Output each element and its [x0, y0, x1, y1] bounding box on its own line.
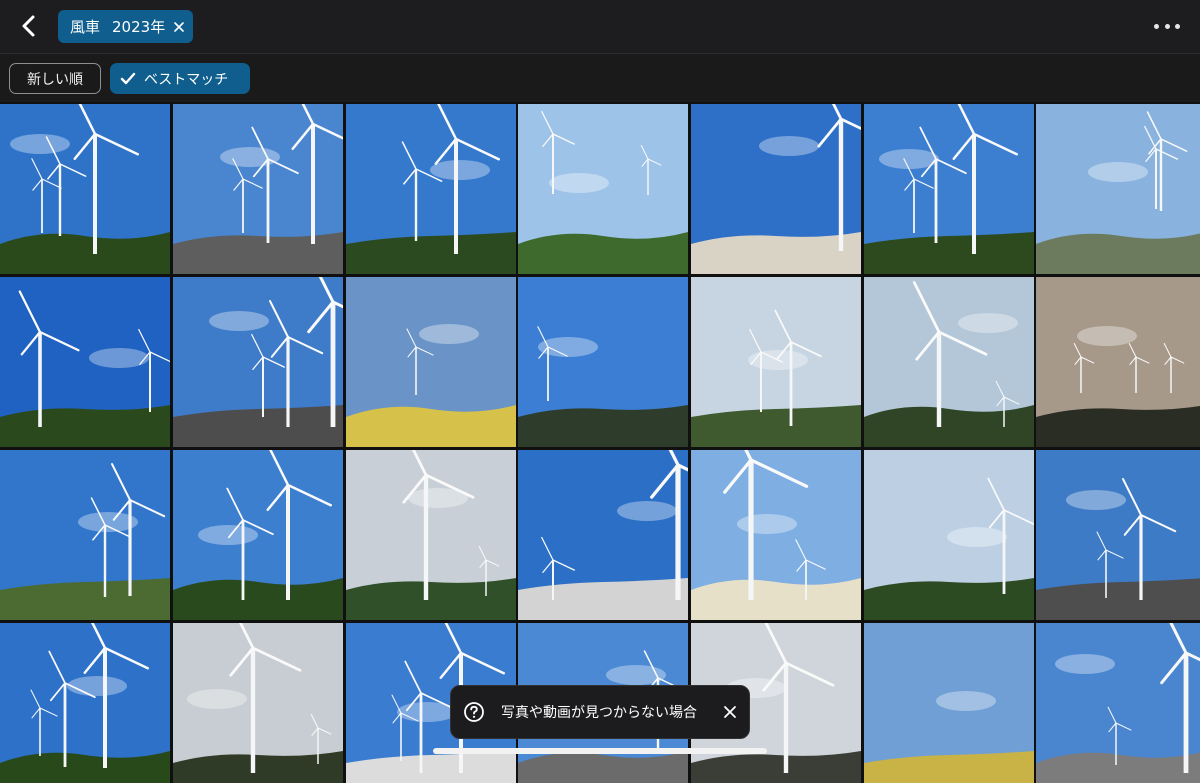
back-button[interactable] — [14, 10, 44, 42]
search-chip-query: 風車 — [70, 18, 101, 36]
wind-turbine-photo — [346, 450, 516, 620]
help-toast-message: 写真や動画が見つからない場合 — [501, 705, 697, 721]
question-circle-icon — [464, 702, 484, 722]
sort-best-match-button[interactable]: ベストマッチ — [110, 63, 250, 94]
photo-thumbnail[interactable] — [346, 450, 516, 620]
filter-bar: 新しい順 ベストマッチ — [0, 54, 1200, 102]
photo-thumbnail[interactable] — [0, 104, 170, 274]
wind-turbine-photo — [864, 277, 1034, 447]
more-dot-icon — [1164, 23, 1170, 29]
wind-turbine-photo — [173, 277, 343, 447]
close-icon — [174, 21, 185, 32]
chevron-left-icon — [22, 15, 35, 37]
photo-thumbnail[interactable] — [346, 277, 516, 447]
wind-turbine-photo — [691, 104, 861, 274]
wind-turbine-photo — [1036, 450, 1200, 620]
photo-thumbnail[interactable] — [518, 104, 688, 274]
photo-thumbnail[interactable] — [173, 450, 343, 620]
wind-turbine-photo — [173, 450, 343, 620]
wind-turbine-photo — [173, 623, 343, 783]
wind-turbine-photo — [518, 104, 688, 274]
search-chip[interactable]: 風車 2023年 — [58, 10, 193, 43]
more-options-button[interactable] — [1154, 16, 1180, 36]
photo-thumbnail[interactable] — [864, 623, 1034, 783]
sort-newest-button[interactable]: 新しい順 — [9, 63, 101, 94]
photo-thumbnail[interactable] — [691, 104, 861, 274]
photo-thumbnail[interactable] — [864, 104, 1034, 274]
search-chip-year: 2023年 — [112, 18, 166, 36]
wind-turbine-photo — [1036, 277, 1200, 447]
wind-turbine-photo — [173, 104, 343, 274]
wind-turbine-photo — [691, 450, 861, 620]
photo-thumbnail[interactable] — [1036, 277, 1200, 447]
photo-thumbnail[interactable] — [691, 277, 861, 447]
wind-turbine-photo — [0, 450, 170, 620]
wind-turbine-photo — [864, 450, 1034, 620]
wind-turbine-photo — [1036, 623, 1200, 783]
more-dot-icon — [1175, 23, 1180, 29]
wind-turbine-photo — [518, 277, 688, 447]
photo-thumbnail[interactable] — [1036, 450, 1200, 620]
photo-thumbnail[interactable] — [173, 104, 343, 274]
photo-thumbnail[interactable] — [346, 104, 516, 274]
photo-thumbnail[interactable] — [0, 277, 170, 447]
home-indicator — [433, 748, 767, 754]
clear-search-button[interactable] — [173, 21, 185, 33]
checkmark-icon — [120, 72, 136, 84]
dismiss-toast-button[interactable] — [723, 705, 737, 719]
wind-turbine-photo — [864, 104, 1034, 274]
sort-best-match-label: ベストマッチ — [144, 71, 229, 88]
wind-turbine-photo — [0, 277, 170, 447]
wind-turbine-photo — [1036, 104, 1200, 274]
wind-turbine-photo — [346, 104, 516, 274]
top-bar: 風車 2023年 — [0, 0, 1200, 54]
wind-turbine-photo — [518, 450, 688, 620]
photo-thumbnail[interactable] — [1036, 623, 1200, 783]
photo-thumbnail[interactable] — [864, 277, 1034, 447]
photo-thumbnail[interactable] — [173, 277, 343, 447]
photo-grid — [0, 104, 1200, 783]
photo-thumbnail[interactable] — [518, 450, 688, 620]
help-toast[interactable]: 写真や動画が見つからない場合 — [450, 685, 750, 739]
wind-turbine-photo — [346, 277, 516, 447]
photo-thumbnail[interactable] — [1036, 104, 1200, 274]
wind-turbine-photo — [691, 277, 861, 447]
photo-thumbnail[interactable] — [173, 623, 343, 783]
photo-thumbnail[interactable] — [0, 623, 170, 783]
wind-turbine-photo — [864, 623, 1034, 783]
wind-turbine-photo — [0, 104, 170, 274]
wind-turbine-photo — [0, 623, 170, 783]
more-dot-icon — [1154, 23, 1159, 29]
photo-thumbnail[interactable] — [864, 450, 1034, 620]
photo-thumbnail[interactable] — [691, 450, 861, 620]
close-icon — [724, 706, 736, 718]
photo-thumbnail[interactable] — [0, 450, 170, 620]
photo-thumbnail[interactable] — [518, 277, 688, 447]
